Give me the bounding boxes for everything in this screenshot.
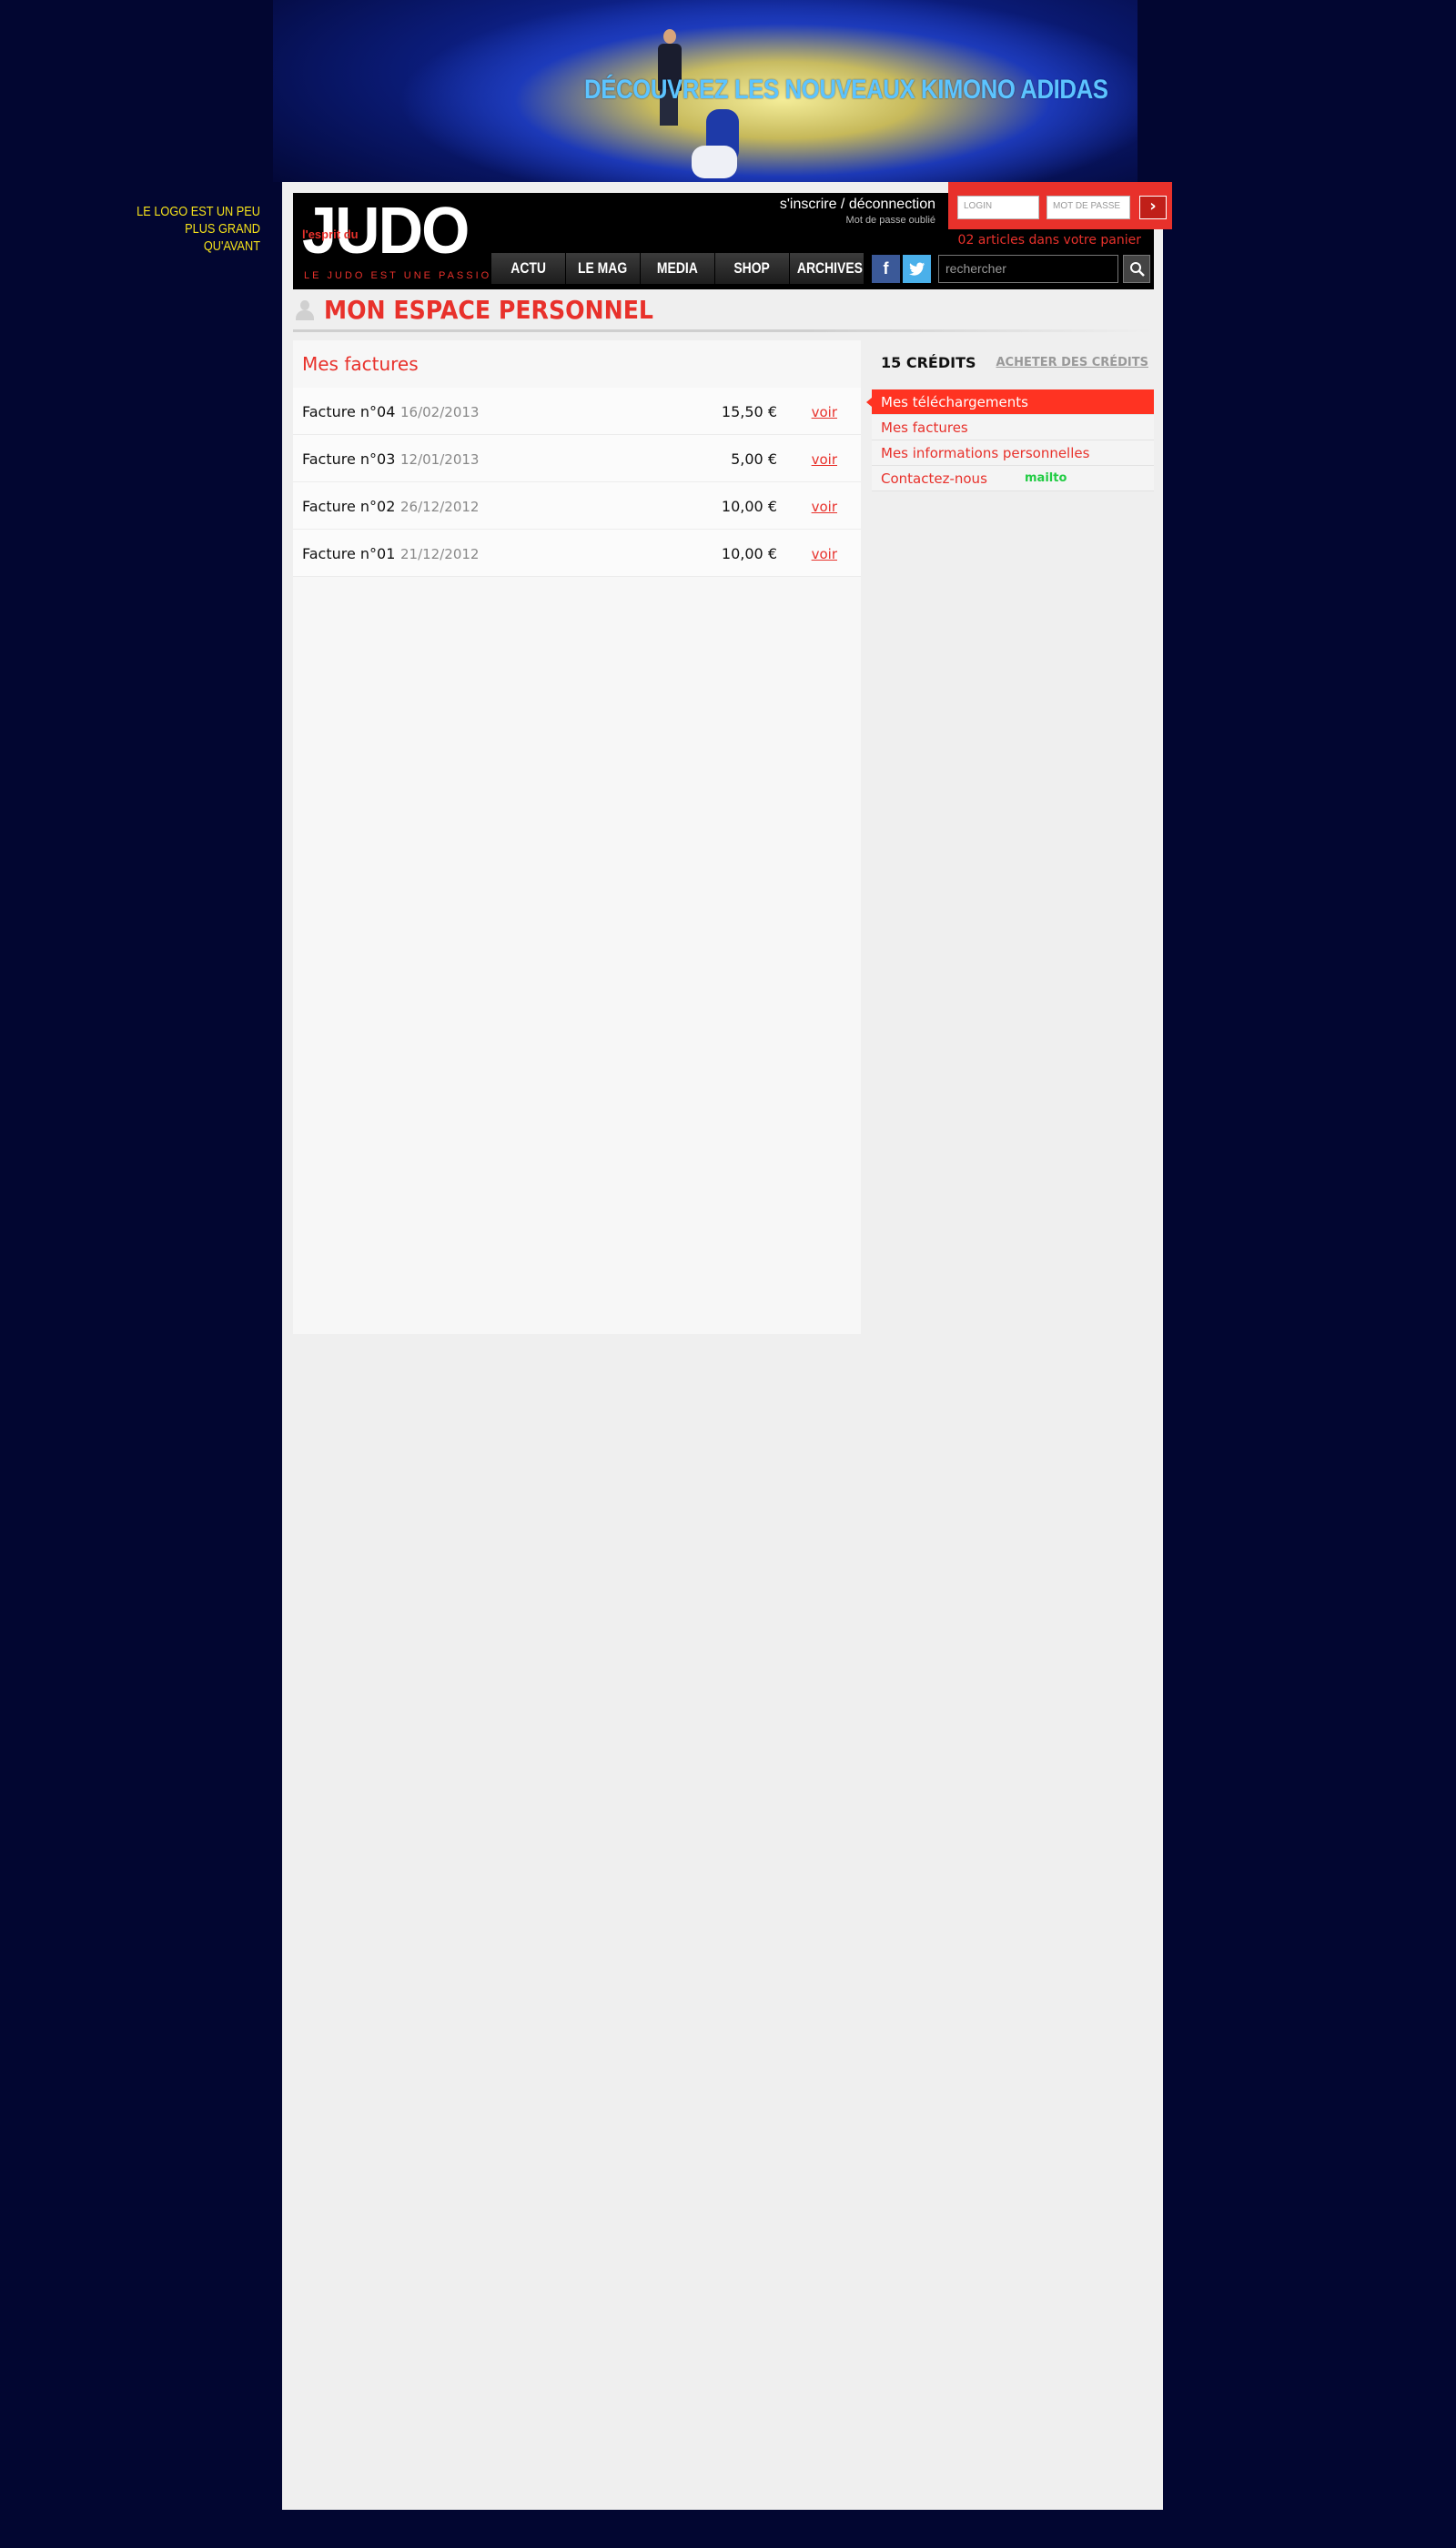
social-links: f — [872, 255, 934, 283]
menu-item-personal-info[interactable]: Mes informations personnelles — [872, 440, 1154, 466]
login-submit-button[interactable]: › — [1139, 196, 1167, 219]
search-icon — [1130, 262, 1145, 277]
side-note-line: LE LOGO EST UN PEU — [136, 204, 260, 219]
invoice-number: Facture n°02 — [302, 498, 396, 515]
twitter-icon[interactable] — [903, 255, 931, 283]
logo-prefix: l'esprit du — [302, 228, 359, 241]
search-button[interactable] — [1123, 255, 1150, 283]
nav-item-media[interactable]: MEDIA — [641, 253, 714, 284]
register-logout-link[interactable]: s'inscrire / déconnection — [780, 197, 935, 213]
cart-status[interactable]: 02 articles dans votre panier — [958, 233, 1141, 248]
credits-row: 15 CRÉDITS ACHETER DES CRÉDITS — [872, 340, 1154, 386]
password-field[interactable]: MOT DE PASSE — [1046, 196, 1130, 219]
user-icon — [293, 298, 317, 322]
logo-tagline: LE JUDO EST UNE PASSION — [304, 270, 502, 281]
login-box: LOGIN MOT DE PASSE › — [948, 182, 1172, 229]
chevron-right-icon: › — [1149, 197, 1157, 216]
invoices-title: Mes factures — [302, 353, 419, 375]
account-menu: Mes téléchargements Mes factures Mes inf… — [866, 389, 1154, 491]
credits-balance: 15 CRÉDITS — [881, 354, 976, 371]
promo-banner[interactable]: DÉCOUVREZ LES NOUVEAUX KIMONO ADIDAS — [273, 0, 1138, 182]
invoice-row: Facture n°04 16/02/2013 15,50 € voir — [293, 388, 861, 435]
invoice-row: Facture n°01 21/12/2012 10,00 € voir — [293, 530, 861, 577]
view-invoice-link[interactable]: voir — [812, 499, 837, 515]
search-input[interactable]: rechercher — [938, 255, 1118, 283]
auth-links: s'inscrire / déconnection Mot de passe o… — [780, 197, 935, 226]
nav-item-actu[interactable]: ACTU — [491, 253, 565, 284]
nav-item-le-mag[interactable]: LE MAG — [566, 253, 640, 284]
invoice-date: 21/12/2012 — [400, 546, 480, 562]
invoices-panel: Mes factures Facture n°04 16/02/2013 15,… — [293, 340, 861, 1334]
judoka-figure — [692, 109, 755, 182]
menu-item-downloads[interactable]: Mes téléchargements — [866, 389, 1154, 415]
menu-item-contact[interactable]: Contactez-nous mailto — [872, 466, 1154, 491]
banner-title: DÉCOUVREZ LES NOUVEAUX KIMONO ADIDAS — [584, 75, 1108, 105]
forgot-password-link[interactable]: Mot de passe oublié — [780, 215, 935, 226]
invoice-amount: 10,00 € — [721, 545, 777, 562]
mailto-link[interactable]: mailto — [1025, 466, 1067, 491]
invoice-row: Facture n°03 12/01/2013 5,00 € voir — [293, 435, 861, 482]
invoice-amount: 10,00 € — [721, 498, 777, 515]
menu-item-invoices[interactable]: Mes factures — [872, 415, 1154, 440]
side-note-line: PLUS GRAND — [185, 221, 260, 237]
invoice-number: Facture n°01 — [302, 545, 396, 562]
invoice-amount: 15,50 € — [721, 403, 777, 420]
site-header: JUDO l'esprit du LE JUDO EST UNE PASSION… — [293, 182, 1172, 289]
contact-label: Contactez-nous — [881, 470, 987, 487]
side-note: LE LOGO EST UN PEU PLUS GRAND QU'AVANT — [132, 203, 260, 255]
nav-item-shop[interactable]: SHOP — [715, 253, 789, 284]
buy-credits-link[interactable]: ACHETER DES CRÉDITS — [996, 356, 1149, 369]
login-field[interactable]: LOGIN — [957, 196, 1039, 219]
invoice-list: Facture n°04 16/02/2013 15,50 € voir Fac… — [293, 388, 861, 577]
title-divider — [293, 329, 1154, 332]
facebook-icon[interactable]: f — [872, 255, 900, 283]
invoice-amount: 5,00 € — [731, 450, 777, 468]
invoice-date: 16/02/2013 — [400, 404, 480, 420]
page-container: JUDO l'esprit du LE JUDO EST UNE PASSION… — [282, 182, 1172, 2510]
invoice-date: 12/01/2013 — [400, 451, 480, 468]
section-header: MON ESPACE PERSONNEL — [293, 295, 1154, 332]
view-invoice-link[interactable]: voir — [812, 546, 837, 562]
invoice-number: Facture n°03 — [302, 450, 396, 468]
side-note-line: QU'AVANT — [203, 238, 260, 254]
invoice-row: Facture n°02 26/12/2012 10,00 € voir — [293, 482, 861, 530]
nav-item-archives[interactable]: ARCHIVES — [790, 253, 864, 284]
invoice-date: 26/12/2012 — [400, 499, 480, 515]
invoice-number: Facture n°04 — [302, 403, 396, 420]
page-title: MON ESPACE PERSONNEL — [324, 295, 653, 325]
view-invoice-link[interactable]: voir — [812, 404, 837, 420]
account-sidebar: 15 CRÉDITS ACHETER DES CRÉDITS Mes téléc… — [866, 340, 1154, 2497]
site-logo[interactable]: JUDO l'esprit du LE JUDO EST UNE PASSION — [302, 195, 499, 284]
view-invoice-link[interactable]: voir — [812, 451, 837, 468]
main-nav: ACTU LE MAG MEDIA SHOP ARCHIVES — [491, 253, 864, 284]
